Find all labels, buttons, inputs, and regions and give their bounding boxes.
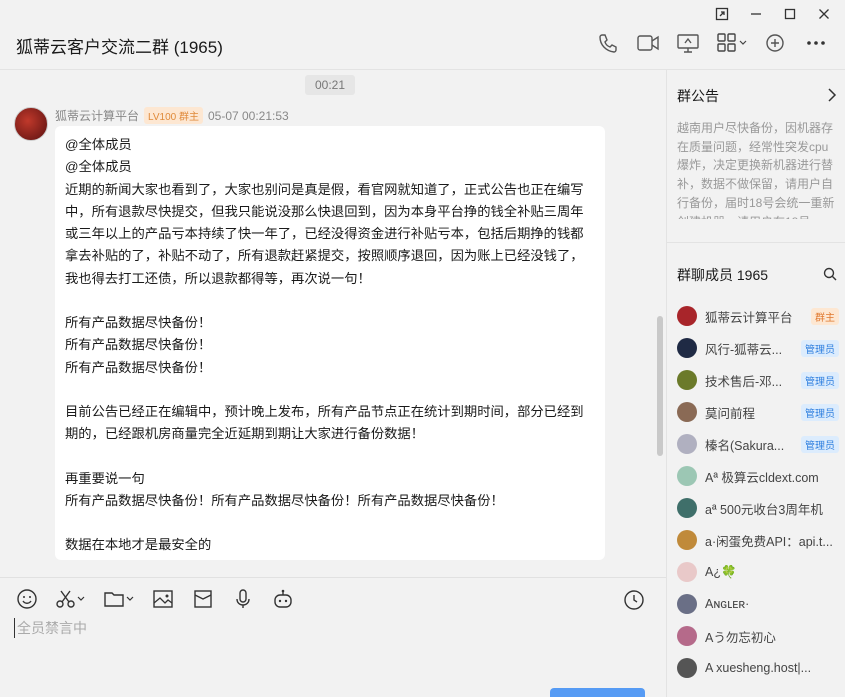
maximize-icon[interactable] (777, 4, 803, 24)
member-item[interactable]: Aɴɢʟᴇʀ· (677, 588, 839, 620)
owner-badge: 群主 (811, 307, 839, 325)
screenshot-scissors-icon[interactable] (54, 586, 88, 612)
window-controls (709, 4, 837, 24)
title-bar: 狐蒂云客户交流二群 (1965) (0, 0, 845, 70)
time-divider: 00:21 (305, 75, 356, 95)
member-name: 狐蒂云计算平台 (705, 310, 793, 325)
video-call-icon[interactable] (635, 30, 661, 56)
chat-title: 狐蒂云客户交流二群 (1965) (16, 38, 223, 57)
message-paragraph: 所有产品数据尽快备份！ 所有产品数据尽快备份！ 所有产品数据尽快备份！ (65, 315, 212, 375)
more-options-icon[interactable] (803, 30, 829, 56)
composer: 全员禁言中 (0, 577, 666, 697)
member-avatar (677, 498, 697, 518)
member-name: Aう勿忘初心 (705, 630, 776, 645)
admin-badge: 管理员 (801, 339, 839, 357)
message-paragraph: @全体成员 @全体成员 近期的新闻大家也看到了，大家也别问是真是假，看官网就知道… (65, 137, 584, 286)
message-area[interactable]: 00:21 狐蒂云计算平台 LV100 群主 05-07 00:21:53 @全… (0, 70, 666, 577)
admin-badge: 管理员 (801, 435, 839, 453)
screen-share-icon[interactable] (675, 30, 701, 56)
message-bubble[interactable]: @全体成员 @全体成员 近期的新闻大家也看到了，大家也别问是真是假，看官网就知道… (55, 126, 605, 560)
member-name: a·闲蛋免费API：api.t... (705, 534, 833, 549)
member-item[interactable]: 风行-狐蒂云... 管理员 (677, 332, 839, 364)
search-icon[interactable] (823, 267, 837, 284)
member-name: 榛名(Sakura... (705, 438, 785, 453)
admin-badge: 管理员 (801, 371, 839, 389)
sender-avatar[interactable] (14, 107, 48, 141)
member-name: 风行-狐蒂云... (705, 342, 783, 357)
member-avatar (677, 594, 697, 614)
member-item[interactable]: 技术售后-邓... 管理员 (677, 364, 839, 396)
member-name: A¿🍀 (705, 564, 737, 579)
member-avatar (677, 434, 697, 454)
member-item[interactable]: 莫问前程 管理员 (677, 396, 839, 428)
member-name: 莫问前程 (705, 406, 756, 421)
apps-menu-icon[interactable] (715, 30, 749, 56)
message-paragraph: 数据在本地才是最安全的 (65, 537, 212, 553)
group-sidebar: 群公告 越南用户尽快备份，因机器存在质量问题，经常性突发cpu爆炸，决定更换新机… (666, 70, 845, 697)
member-avatar (677, 658, 697, 678)
sidebar-divider (667, 242, 845, 243)
send-button[interactable] (550, 688, 645, 697)
notice-content[interactable]: 越南用户尽快备份，因机器存在质量问题，经常性突发cpu爆炸，决定更换新机器进行替… (677, 119, 839, 219)
member-avatar (677, 306, 697, 326)
members-header: 群聊成员 1965 (677, 265, 837, 285)
red-packet-icon[interactable] (190, 586, 216, 612)
member-item[interactable]: 榛名(Sakura... 管理员 (677, 428, 839, 460)
member-item[interactable]: Aª 极算云cldext.com (677, 460, 839, 492)
scrollbar-thumb[interactable] (657, 316, 663, 456)
member-item[interactable]: aª 500元收台3周年机 (677, 492, 839, 524)
message-meta: 狐蒂云计算平台 LV100 群主 05-07 00:21:53 (55, 107, 289, 124)
robot-icon[interactable] (270, 586, 296, 612)
emoji-icon[interactable] (14, 586, 40, 612)
message-timestamp: 05-07 00:21:53 (207, 108, 289, 123)
chevron-right-icon[interactable] (827, 87, 837, 105)
message-paragraph: 目前公告已经正在编辑中，预计晚上发布，所有产品节点正在统计到期时间，部分已经到期… (65, 403, 584, 442)
member-list: 狐蒂云计算平台 群主 风行-狐蒂云... 管理员 技术售后-邓... 管理员 莫问前程 管理员… (677, 300, 839, 684)
member-avatar (677, 402, 697, 422)
image-icon[interactable] (150, 586, 176, 612)
member-item[interactable]: Aう勿忘初心 (677, 620, 839, 652)
member-name: aª 500元收台3周年机 (705, 502, 823, 517)
member-item[interactable]: A¿🍀 (677, 556, 839, 588)
level-badge: LV100 群主 (144, 107, 203, 124)
member-name: 技术售后-邓... (705, 374, 783, 389)
member-avatar (677, 338, 697, 358)
member-name: A xuesheng.host|... (705, 661, 812, 675)
sender-name[interactable]: 狐蒂云计算平台 (55, 107, 139, 124)
members-title: 群聊成员 1965 (677, 267, 769, 283)
composer-toolbar (14, 586, 296, 612)
voice-call-icon[interactable] (595, 30, 621, 56)
member-avatar (677, 530, 697, 550)
add-member-icon[interactable] (763, 30, 789, 56)
close-icon[interactable] (811, 4, 837, 24)
folder-icon[interactable] (102, 586, 136, 612)
minimize-icon[interactable] (743, 4, 769, 24)
notice-header[interactable]: 群公告 (677, 86, 837, 106)
admin-badge: 管理员 (801, 403, 839, 421)
member-avatar (677, 562, 697, 582)
member-name: Aª 极算云cldext.com (705, 470, 819, 485)
member-avatar (677, 466, 697, 486)
notice-title: 群公告 (677, 88, 719, 104)
member-item[interactable]: A xuesheng.host|... (677, 652, 839, 684)
microphone-icon[interactable] (230, 586, 256, 612)
member-item[interactable]: 狐蒂云计算平台 群主 (677, 300, 839, 332)
message-paragraph: 再重要说一句 所有产品数据尽快备份！所有产品数据尽快备份！所有产品数据尽快备份！ (65, 470, 504, 508)
chat-history-icon[interactable] (622, 588, 646, 612)
chat-toolbar (595, 30, 829, 56)
pin-window-icon[interactable] (709, 4, 735, 24)
member-name: Aɴɢʟᴇʀ· (705, 597, 750, 611)
message-input-muted[interactable]: 全员禁言中 (14, 618, 87, 638)
member-avatar (677, 370, 697, 390)
member-item[interactable]: a·闲蛋免费API：api.t... (677, 524, 839, 556)
member-avatar (677, 626, 697, 646)
